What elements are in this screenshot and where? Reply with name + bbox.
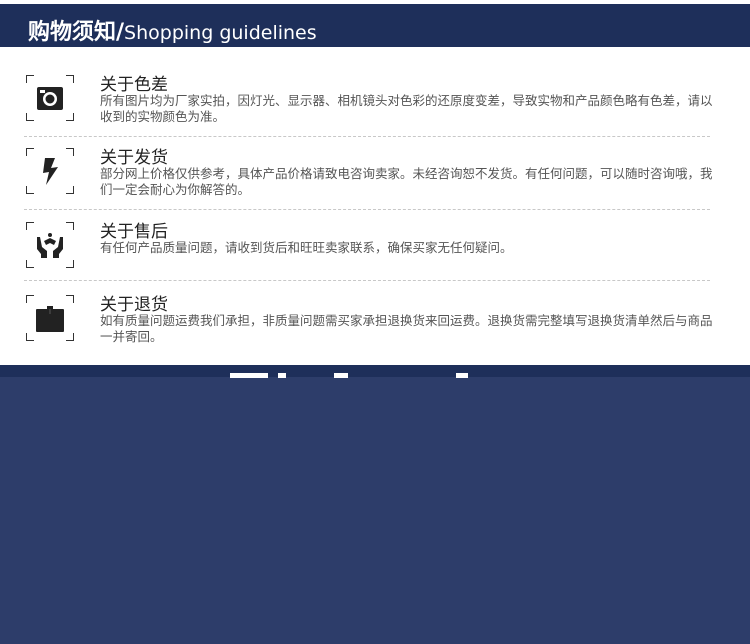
- title-english: Shopping guidelines: [124, 22, 317, 44]
- section-body: 所有图片均为厂家实拍，因灯光、显示器、相机镜头对色彩的还原度变差，导致实物和产品…: [100, 93, 713, 124]
- cropped-heading-glyphs: [230, 373, 490, 379]
- bottom-panel: [0, 365, 750, 644]
- box-icon: [36, 306, 64, 332]
- title-chinese: 购物须知/: [28, 20, 125, 45]
- header-bar: 购物须知/Shopping guidelines: [0, 4, 750, 47]
- section-title: 关于退货: [100, 295, 168, 315]
- camera-icon: [37, 87, 63, 110]
- hands-icon: [37, 233, 63, 258]
- section-title: 关于发货: [100, 148, 168, 168]
- section-title: 关于色差: [100, 75, 168, 95]
- lightning-icon: [43, 158, 58, 185]
- section-title: 关于售后: [100, 222, 168, 242]
- divider: [24, 209, 710, 210]
- bottom-header-strip: [0, 365, 750, 379]
- section-body: 如有质量问题运费我们承担，非质量问题需买家承担退换货来回运费。退换货需完整填写退…: [100, 313, 713, 344]
- section-body: 有任何产品质量问题，请收到货后和旺旺卖家联系，确保买家无任何疑问。: [100, 240, 513, 255]
- section-body: 部分网上价格仅供参考，具体产品价格请致电咨询卖家。未经咨询恕不发货。有任何问题，…: [100, 166, 713, 197]
- box-icon-frame: [26, 295, 74, 341]
- hands-icon-frame: [26, 222, 74, 268]
- divider: [24, 136, 710, 137]
- camera-icon-frame: [26, 75, 74, 121]
- lightning-icon-frame: [26, 148, 74, 194]
- divider: [24, 280, 710, 281]
- page-title: 购物须知/Shopping guidelines: [28, 14, 317, 46]
